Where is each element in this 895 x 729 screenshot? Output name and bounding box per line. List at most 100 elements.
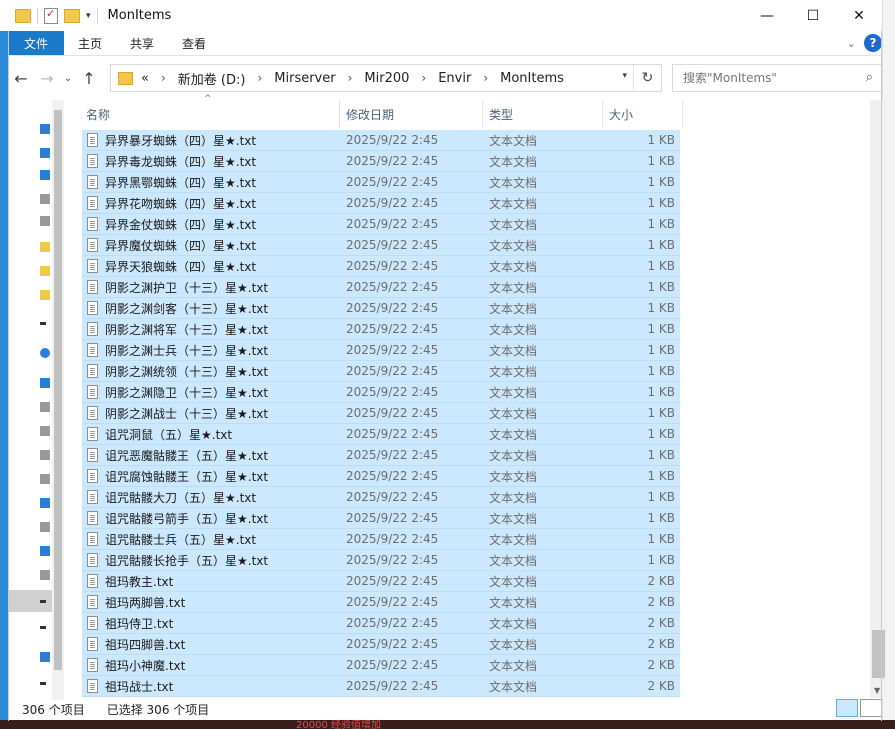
file-row[interactable]: 诅咒洞鼠（五）星★.txt 2025/9/22 2:45 文本文档 1 KB [82, 424, 680, 445]
file-row[interactable]: 异界黑鄂蜘蛛（四）星★.txt 2025/9/22 2:45 文本文档 1 KB [82, 172, 680, 193]
pictures-icon[interactable] [40, 450, 50, 460]
file-name-cell[interactable]: 异界花吻蜘蛛（四）星★.txt [82, 195, 340, 212]
breadcrumb-mirserver[interactable]: Mirserver [274, 71, 335, 86]
file-name-cell[interactable]: 祖玛小神魔.txt [82, 657, 340, 674]
file-name-cell[interactable]: 阴影之渊剑客（十三）星★.txt [82, 300, 340, 317]
file-name-cell[interactable]: 阴影之渊士兵（十三）星★.txt [82, 342, 340, 359]
column-header-date[interactable]: 修改日期 [340, 100, 483, 128]
address-dropdown-icon[interactable]: ▾ [622, 71, 627, 81]
file-name-cell[interactable]: 阴影之渊将军（十三）星★.txt [82, 321, 340, 338]
file-row[interactable]: 异界毒龙蜘蛛（四）星★.txt 2025/9/22 2:45 文本文档 1 KB [82, 151, 680, 172]
up-button[interactable]: ↑ [76, 65, 102, 91]
file-row[interactable]: 诅咒骷髅大刀（五）星★.txt 2025/9/22 2:45 文本文档 1 KB [82, 487, 680, 508]
file-name-cell[interactable]: 诅咒骷髅弓箭手（五）星★.txt [82, 510, 340, 527]
file-row[interactable]: 阴影之渊护卫（十三）星★.txt 2025/9/22 2:45 文本文档 1 KB [82, 277, 680, 298]
scroll-down-icon[interactable]: ▼ [874, 686, 880, 695]
this-pc-icon[interactable] [40, 378, 50, 388]
breadcrumb-separator[interactable]: › [421, 71, 426, 85]
file-row[interactable]: 异界花吻蜘蛛（四）星★.txt 2025/9/22 2:45 文本文档 1 KB [82, 193, 680, 214]
breadcrumb-separator[interactable]: › [483, 71, 488, 85]
objects-icon[interactable] [40, 402, 50, 412]
file-name-cell[interactable]: 诅咒骷髅长抢手（五）星★.txt [82, 552, 340, 569]
file-name-cell[interactable]: 阴影之渊统领（十三）星★.txt [82, 363, 340, 380]
folder-icon[interactable] [40, 242, 50, 252]
file-name-cell[interactable]: 诅咒腐蚀骷髅王（五）星★.txt [82, 468, 340, 485]
file-row[interactable]: 异界天狼蜘蛛（四）星★.txt 2025/9/22 2:45 文本文档 1 KB [82, 256, 680, 277]
column-header-name[interactable]: 名称 [80, 100, 340, 128]
tab-file[interactable]: 文件 [8, 31, 65, 55]
onedrive-icon[interactable] [40, 348, 50, 358]
tab-home[interactable]: 主页 [64, 31, 116, 55]
properties-icon[interactable] [44, 7, 58, 24]
desktop-icon[interactable] [40, 546, 50, 556]
drive-icon[interactable] [40, 570, 50, 580]
file-name-cell[interactable]: 祖玛两脚兽.txt [82, 594, 340, 611]
address-bar[interactable]: « › 新加卷 (D:) › Mirserver › Mir200 › Envi… [110, 64, 662, 92]
file-name-cell[interactable]: 祖玛教主.txt [82, 573, 340, 590]
navigation-pane-scrollbar[interactable] [52, 100, 64, 700]
file-row[interactable]: 阴影之渊统领（十三）星★.txt 2025/9/22 2:45 文本文档 1 KB [82, 361, 680, 382]
drive-icon[interactable] [40, 600, 46, 603]
minimize-button[interactable]: — [744, 0, 790, 31]
file-row[interactable]: 诅咒恶魔骷髅王（五）星★.txt 2025/9/22 2:45 文本文档 1 KB [82, 445, 680, 466]
file-name-cell[interactable]: 异界魔仗蜘蛛（四）星★.txt [82, 237, 340, 254]
breadcrumb-separator[interactable]: › [257, 71, 262, 85]
file-row[interactable]: 阴影之渊将军（十三）星★.txt 2025/9/22 2:45 文本文档 1 KB [82, 319, 680, 340]
file-name-cell[interactable]: 诅咒恶魔骷髅王（五）星★.txt [82, 447, 340, 464]
documents-icon[interactable] [40, 194, 50, 204]
tab-view[interactable]: 查看 [168, 31, 220, 55]
file-name-cell[interactable]: 诅咒骷髅士兵（五）星★.txt [82, 531, 340, 548]
file-row[interactable]: 诅咒骷髅弓箭手（五）星★.txt 2025/9/22 2:45 文本文档 1 KB [82, 508, 680, 529]
file-row[interactable]: 诅咒骷髅长抢手（五）星★.txt 2025/9/22 2:45 文本文档 1 KB [82, 550, 680, 571]
file-name-cell[interactable]: 祖玛侍卫.txt [82, 615, 340, 632]
details-view-icon[interactable] [836, 699, 858, 717]
chevron-down-icon[interactable]: ⌄ [847, 37, 856, 50]
file-name-cell[interactable]: 阴影之渊战士（十三）星★.txt [82, 405, 340, 422]
downloads-icon[interactable] [40, 498, 50, 508]
file-row[interactable]: 异界魔仗蜘蛛（四）星★.txt 2025/9/22 2:45 文本文档 1 KB [82, 235, 680, 256]
recent-locations-button[interactable]: ⌄ [60, 65, 76, 91]
file-row[interactable]: 祖玛侍卫.txt 2025/9/22 2:45 文本文档 2 KB [82, 613, 680, 634]
customize-dropdown-icon[interactable]: ▾ [86, 11, 91, 21]
file-list-scrollbar[interactable]: ▼ [870, 100, 887, 698]
file-row[interactable]: 阴影之渊隐卫（十三）星★.txt 2025/9/22 2:45 文本文档 1 KB [82, 382, 680, 403]
file-row[interactable]: 祖玛教主.txt 2025/9/22 2:45 文本文档 2 KB [82, 571, 680, 592]
refresh-button[interactable]: ↻ [633, 65, 661, 91]
file-row[interactable]: 祖玛战士.txt 2025/9/22 2:45 文本文档 2 KB [82, 676, 680, 697]
music-icon[interactable] [40, 522, 50, 532]
column-header-type[interactable]: 类型 [483, 100, 603, 128]
breadcrumb-separator[interactable]: › [161, 71, 166, 85]
file-name-cell[interactable]: 异界黑鄂蜘蛛（四）星★.txt [82, 174, 340, 191]
search-box[interactable]: ⌕ [672, 64, 882, 92]
file-name-cell[interactable]: 异界金仗蜘蛛（四）星★.txt [82, 216, 340, 233]
close-button[interactable]: ✕ [836, 0, 882, 31]
breadcrumb-separator[interactable]: › [348, 71, 353, 85]
drive-icon[interactable] [40, 626, 46, 629]
breadcrumb-drive[interactable]: 新加卷 (D:) [178, 69, 246, 88]
file-name-cell[interactable]: 祖玛战士.txt [82, 678, 340, 695]
back-button[interactable]: ← [8, 65, 34, 91]
file-row[interactable]: 异界暴牙蜘蛛（四）星★.txt 2025/9/22 2:45 文本文档 1 KB [82, 130, 680, 151]
file-name-cell[interactable]: 阴影之渊隐卫（十三）星★.txt [82, 384, 340, 401]
file-row[interactable]: 阴影之渊士兵（十三）星★.txt 2025/9/22 2:45 文本文档 1 KB [82, 340, 680, 361]
breadcrumb-envir[interactable]: Envir [438, 71, 471, 86]
file-row[interactable]: 祖玛四脚兽.txt 2025/9/22 2:45 文本文档 2 KB [82, 634, 680, 655]
maximize-button[interactable]: ☐ [790, 0, 836, 31]
file-name-cell[interactable]: 阴影之渊护卫（十三）星★.txt [82, 279, 340, 296]
file-name-cell[interactable]: 异界毒龙蜘蛛（四）星★.txt [82, 153, 340, 170]
file-row[interactable]: 诅咒腐蚀骷髅王（五）星★.txt 2025/9/22 2:45 文本文档 1 KB [82, 466, 680, 487]
drive-icon[interactable] [40, 682, 46, 685]
breadcrumb-monitems[interactable]: MonItems [500, 71, 564, 86]
file-row[interactable]: 祖玛小神魔.txt 2025/9/22 2:45 文本文档 2 KB [82, 655, 680, 676]
file-name-cell[interactable]: 异界暴牙蜘蛛（四）星★.txt [82, 132, 340, 149]
search-icon[interactable]: ⌕ [866, 70, 873, 85]
tab-share[interactable]: 共享 [116, 31, 168, 55]
new-folder-icon[interactable] [64, 8, 80, 23]
videos-icon[interactable] [40, 426, 50, 436]
file-row[interactable]: 诅咒骷髅士兵（五）星★.txt 2025/9/22 2:45 文本文档 1 KB [82, 529, 680, 550]
file-list-scroll-thumb[interactable] [872, 630, 885, 678]
file-name-cell[interactable]: 异界天狼蜘蛛（四）星★.txt [82, 258, 340, 275]
breadcrumb-mir200[interactable]: Mir200 [364, 71, 409, 86]
downloads-icon[interactable] [40, 170, 50, 180]
forward-button[interactable]: → [34, 65, 60, 91]
